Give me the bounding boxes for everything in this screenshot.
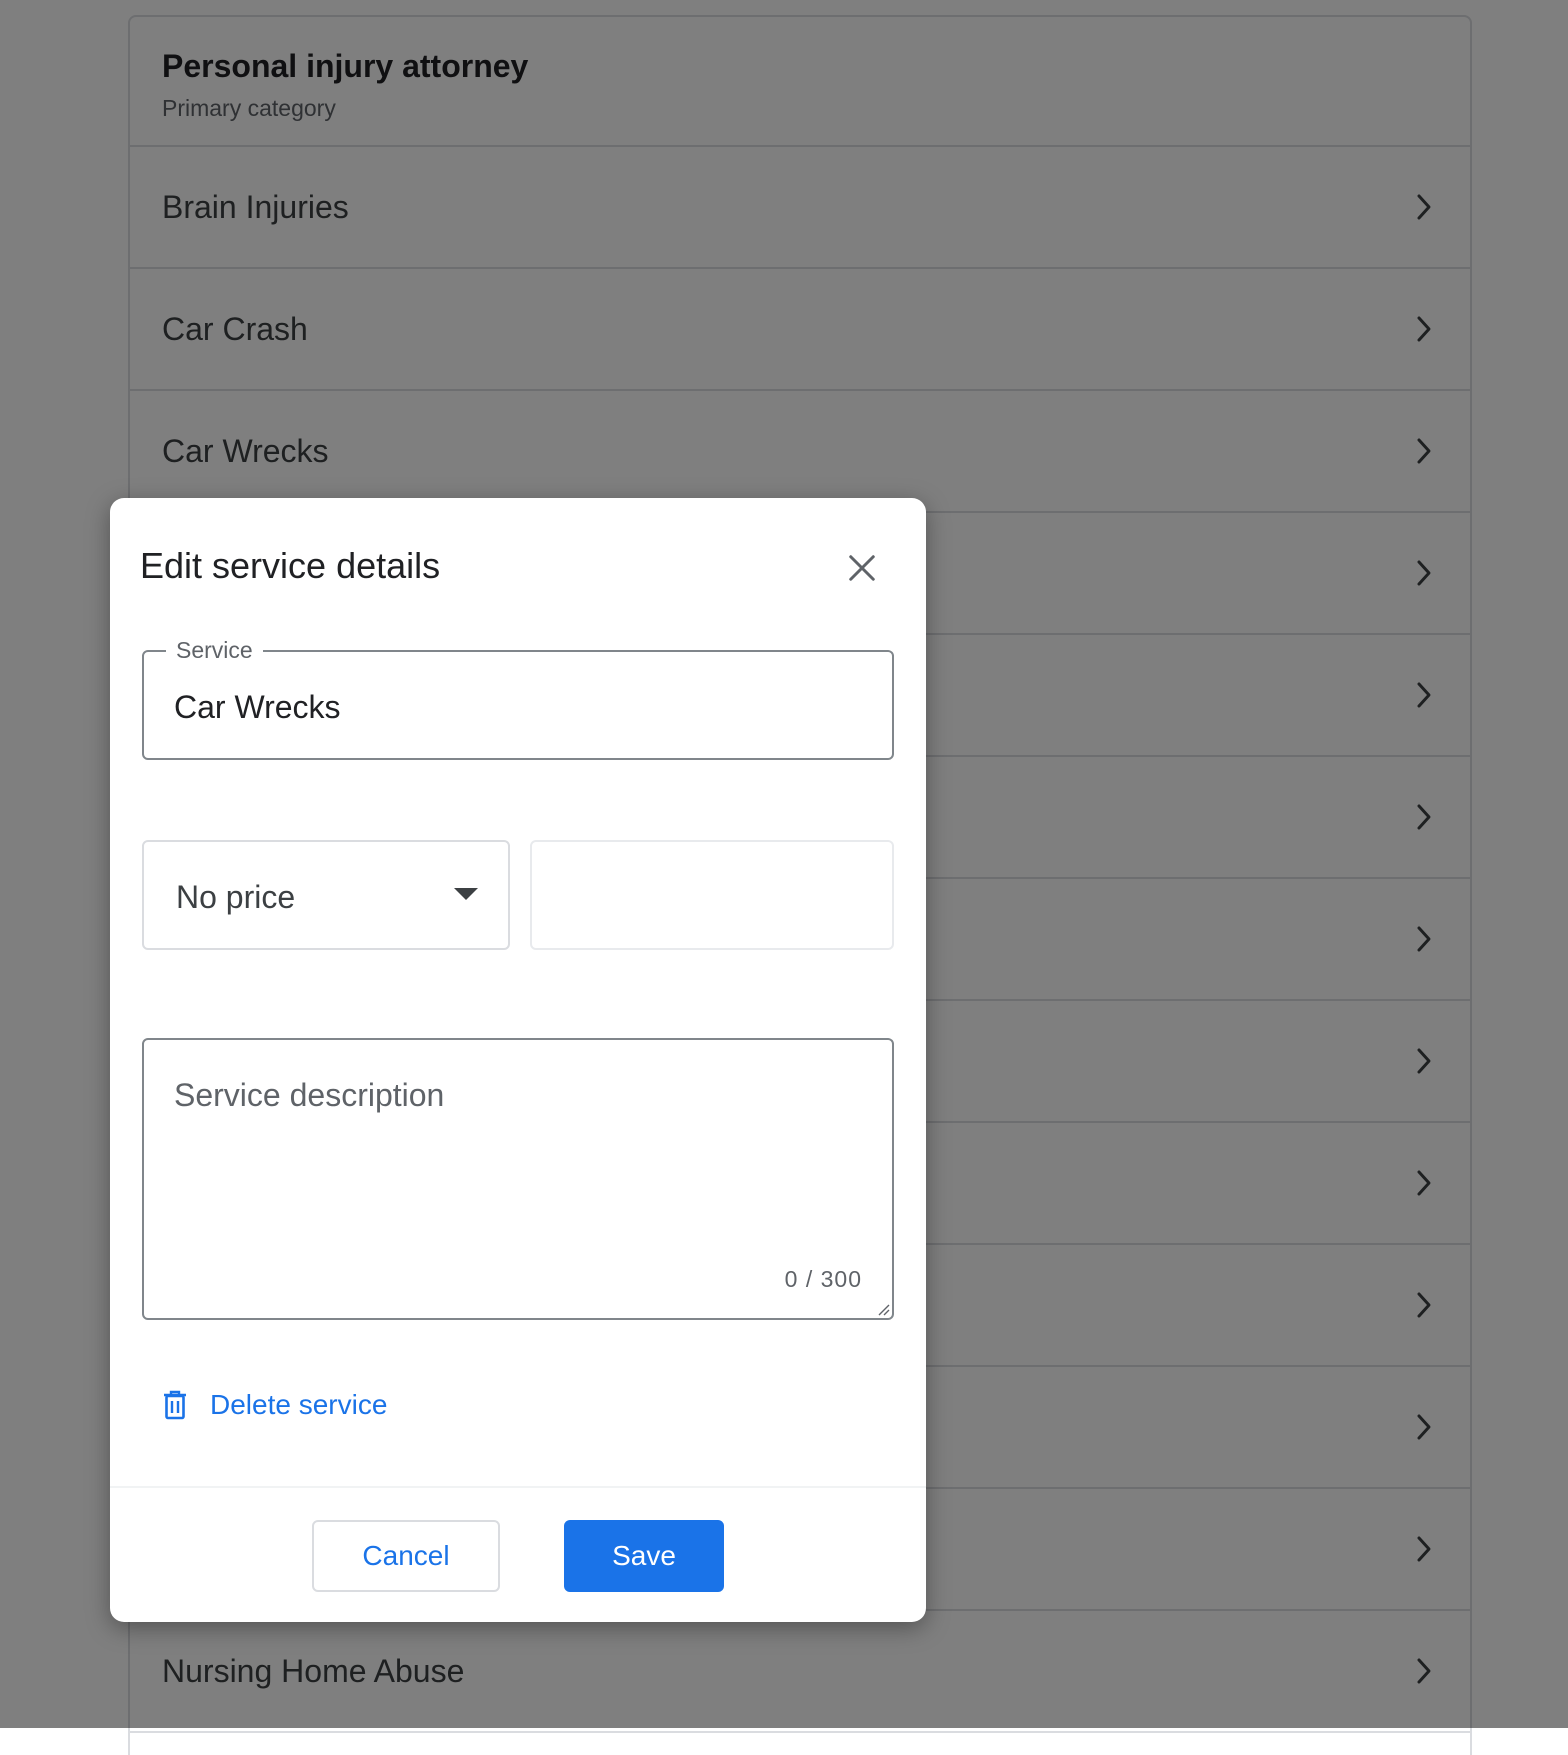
trash-icon <box>164 1390 186 1420</box>
character-counter: 0 / 300 <box>784 1266 862 1292</box>
description-placeholder: Service description <box>174 1077 445 1113</box>
close-button[interactable] <box>838 544 886 592</box>
dialog-footer: Cancel Save <box>110 1486 926 1622</box>
service-description-textarea[interactable]: Service description 0 / 300 <box>142 1038 894 1320</box>
service-field-label: Service <box>166 636 263 664</box>
dialog-title: Edit service details <box>140 545 441 586</box>
delete-service-button[interactable]: Delete service <box>162 1388 387 1422</box>
dropdown-caret-icon <box>454 888 478 900</box>
delete-service-label: Delete service <box>210 1389 388 1420</box>
close-icon <box>849 555 875 581</box>
service-input[interactable]: Service Car Wrecks <box>142 636 894 760</box>
cancel-button[interactable]: Cancel <box>312 1520 500 1592</box>
price-type-value: No price <box>176 879 296 915</box>
service-field-value: Car Wrecks <box>174 689 341 725</box>
edit-service-dialog: Edit service details Service Car Wrecks … <box>110 498 926 1622</box>
price-input[interactable] <box>530 840 894 950</box>
price-type-select[interactable]: No price <box>142 840 510 950</box>
save-button[interactable]: Save <box>564 1520 724 1592</box>
resize-handle-icon[interactable] <box>876 1302 890 1316</box>
